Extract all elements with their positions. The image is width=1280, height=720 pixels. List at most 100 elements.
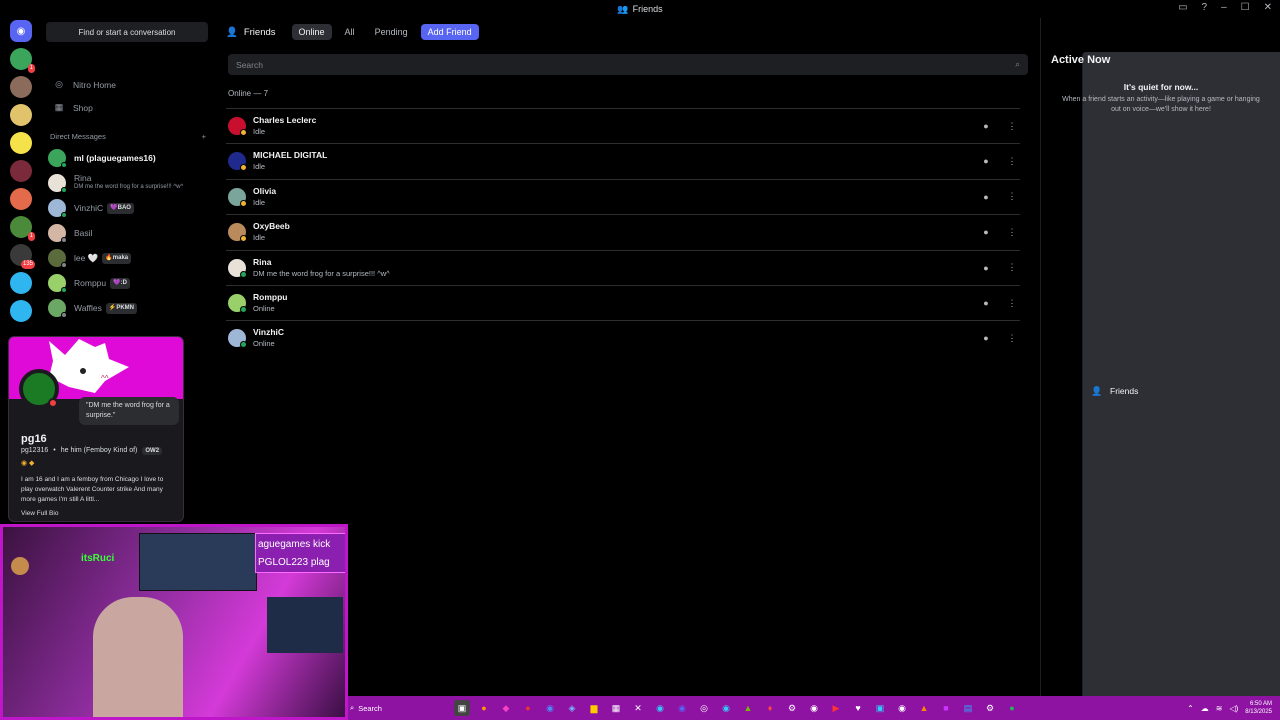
help-icon[interactable]: ?: [1202, 2, 1208, 13]
edge-icon[interactable]: ◉: [652, 700, 668, 716]
more-options-icon[interactable]: ⋮: [1004, 153, 1020, 169]
friend-row[interactable]: VinzhiC Online ● ⋮: [226, 320, 1020, 355]
app-icon[interactable]: ♦: [762, 700, 778, 716]
tab-pending[interactable]: Pending: [368, 24, 415, 40]
more-options-icon[interactable]: ⋮: [1004, 189, 1020, 205]
profile-avatar[interactable]: [19, 369, 59, 409]
dm-item[interactable]: VinzhiC 💜BAO: [48, 196, 206, 220]
inbox-icon[interactable]: ▭: [1178, 2, 1187, 13]
tab-online[interactable]: Online: [291, 24, 332, 40]
friend-row[interactable]: Olivia Idle ● ⋮: [226, 178, 1020, 214]
guild-tag: ⚡PKMN: [105, 302, 138, 314]
friend-row[interactable]: MICHAEL DIGITAL Idle ● ⋮: [226, 143, 1020, 178]
server-icon[interactable]: [10, 188, 32, 210]
nav-shop[interactable]: ▦ Shop: [46, 97, 208, 118]
maximize-button[interactable]: ☐: [1241, 2, 1250, 13]
app-icon[interactable]: ▶: [828, 700, 844, 716]
friends-search-input[interactable]: Search ⌕: [228, 54, 1028, 75]
chevron-up-icon[interactable]: ⌃: [1187, 704, 1194, 713]
more-options-icon[interactable]: ⋮: [1004, 330, 1020, 346]
app-icon[interactable]: ●: [520, 700, 536, 716]
file-explorer-icon[interactable]: ▆: [586, 700, 602, 716]
store-icon[interactable]: ▦: [608, 700, 624, 716]
status-icon: [61, 312, 67, 318]
app-icon[interactable]: ◉: [806, 700, 822, 716]
server-icon[interactable]: [10, 132, 32, 154]
create-dm-button[interactable]: +: [202, 132, 206, 141]
task-view-icon[interactable]: ▣: [454, 700, 470, 716]
taskbar-clock[interactable]: 6:50 AM 8/13/2025: [1245, 700, 1272, 716]
dm-item[interactable]: ml (plaguegames16): [48, 146, 206, 170]
minimize-button[interactable]: –: [1221, 2, 1227, 13]
tab-all[interactable]: All: [338, 24, 362, 40]
firefox-icon[interactable]: ●: [476, 700, 492, 716]
server-rail: ◉ 1 1 135: [0, 18, 42, 336]
app-icon[interactable]: ♥: [850, 700, 866, 716]
message-icon[interactable]: ●: [978, 260, 994, 276]
friend-row[interactable]: Rina DM me the word frog for a surprise!!…: [226, 249, 1020, 285]
server-icon[interactable]: 135: [10, 244, 35, 269]
close-button[interactable]: ✕: [1264, 2, 1272, 13]
nav-nitro-home[interactable]: ◎ Nitro Home: [46, 74, 208, 95]
app-icon[interactable]: ◎: [696, 700, 712, 716]
vlc-icon[interactable]: ▲: [916, 700, 932, 716]
settings-icon[interactable]: ⚙: [784, 700, 800, 716]
dm-item[interactable]: lee 🤍 🔥maka: [48, 246, 206, 270]
avatar: [228, 187, 247, 207]
avatar: [48, 199, 67, 218]
server-icon[interactable]: [10, 76, 32, 98]
xbox-icon[interactable]: ✕: [630, 700, 646, 716]
volume-icon[interactable]: ◁): [1229, 704, 1238, 713]
app-icon[interactable]: ◈: [564, 700, 580, 716]
message-icon[interactable]: ●: [978, 118, 994, 134]
message-icon[interactable]: ●: [978, 295, 994, 311]
server-icon[interactable]: [10, 272, 32, 294]
avatar: [228, 152, 247, 172]
taskbar-search[interactable]: ⌕ Search: [350, 700, 442, 716]
app-icon[interactable]: ▤: [960, 700, 976, 716]
chrome-icon[interactable]: ◉: [542, 700, 558, 716]
dm-name: ml (plaguegames16): [74, 152, 156, 163]
message-icon[interactable]: ●: [978, 153, 994, 169]
view-full-bio-link[interactable]: View Full Bio: [21, 510, 58, 517]
app-icon[interactable]: ■: [938, 700, 954, 716]
friend-status-text: DM me the word frog for a surprise!!! ^w…: [253, 268, 390, 278]
discord-icon[interactable]: ◉: [674, 700, 690, 716]
find-conversation-button[interactable]: Find or start a conversation: [46, 22, 208, 42]
app-icon[interactable]: ◉: [718, 700, 734, 716]
message-icon[interactable]: ●: [978, 189, 994, 205]
server-icon[interactable]: [10, 300, 32, 322]
dm-item[interactable]: Waffles ⚡PKMN: [48, 296, 206, 320]
friend-row[interactable]: Romppu Online ● ⋮: [226, 285, 1020, 320]
message-icon[interactable]: ●: [978, 224, 994, 240]
app-icon[interactable]: ▣: [872, 700, 888, 716]
active-now-empty-title: It's quiet for now...: [1123, 82, 1199, 92]
discord-home-icon[interactable]: ◉: [10, 20, 32, 42]
add-friend-button[interactable]: Add Friend: [420, 24, 479, 40]
wifi-icon[interactable]: ≋: [1216, 704, 1223, 713]
friend-row[interactable]: OxyBeeb Idle ● ⋮: [226, 214, 1020, 249]
tray-icon[interactable]: ☁: [1201, 704, 1209, 713]
server-icon[interactable]: [10, 104, 32, 126]
server-icon[interactable]: 1: [10, 48, 35, 73]
dm-name: Basil: [74, 227, 93, 238]
app-icon[interactable]: ◉: [894, 700, 910, 716]
status-icon: [61, 237, 67, 243]
more-options-icon[interactable]: ⋮: [1004, 260, 1020, 276]
spotify-icon[interactable]: ●: [1004, 700, 1020, 716]
active-now-panel: Active Now It's quiet for now... When a …: [1040, 18, 1280, 696]
server-icon[interactable]: 1: [10, 216, 35, 241]
more-options-icon[interactable]: ⋮: [1004, 295, 1020, 311]
app-icon[interactable]: ◆: [498, 700, 514, 716]
dm-item[interactable]: Rina DM me the word frog for a surprise!!…: [48, 171, 206, 195]
server-icon[interactable]: [10, 160, 32, 182]
nvidia-icon[interactable]: ▲: [740, 700, 756, 716]
more-options-icon[interactable]: ⋮: [1004, 224, 1020, 240]
message-icon[interactable]: ●: [978, 330, 994, 346]
guild-tag: OW2: [142, 447, 163, 455]
dm-item[interactable]: Basil: [48, 221, 206, 245]
dm-item[interactable]: Romppu 💜:D: [48, 271, 206, 295]
friend-row[interactable]: Charles Leclerc Idle ● ⋮: [226, 108, 1020, 143]
gear-icon[interactable]: ⚙: [982, 700, 998, 716]
more-options-icon[interactable]: ⋮: [1004, 118, 1020, 134]
